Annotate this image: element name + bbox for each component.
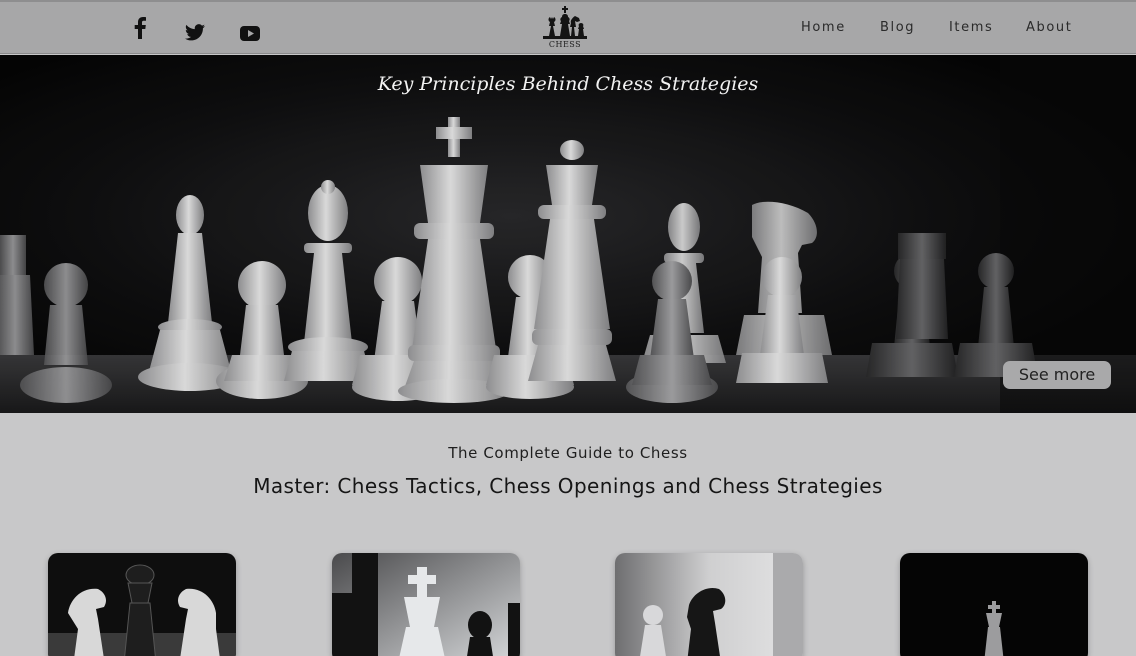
logo-text: CHESS [548,40,582,49]
king-closeup-image [332,553,520,656]
nav-home[interactable]: Home [801,20,846,35]
hero-chess-image [0,55,1136,413]
knights-queen-image [48,553,236,656]
card-knights-queen[interactable] [48,553,236,656]
hero-banner: Key Principles Behind Chess Strategies S… [0,55,1136,413]
see-more-button[interactable]: See more [1003,361,1111,389]
card-knight-pawn[interactable] [615,553,803,656]
dark-king-image [900,553,1088,656]
nav-blog[interactable]: Blog [880,20,915,35]
youtube-icon[interactable] [239,19,261,47]
twitter-icon[interactable] [184,18,206,46]
card-dark-king[interactable] [900,553,1088,656]
hero-title: Key Principles Behind Chess Strategies [377,73,759,95]
chess-logo[interactable]: CHESS [540,5,590,51]
facebook-icon[interactable] [130,14,150,42]
guide-headline: Master: Chess Tactics, Chess Openings an… [253,474,883,498]
knight-pawn-image [615,553,803,656]
nav-about[interactable]: About [1026,20,1072,35]
card-king-closeup[interactable] [332,553,520,656]
nav-items[interactable]: Items [949,20,993,35]
guide-subtitle: The Complete Guide to Chess [448,444,688,462]
top-navigation-bar: CHESS Home Blog Items About [0,0,1136,54]
chess-pieces-icon [543,6,587,39]
